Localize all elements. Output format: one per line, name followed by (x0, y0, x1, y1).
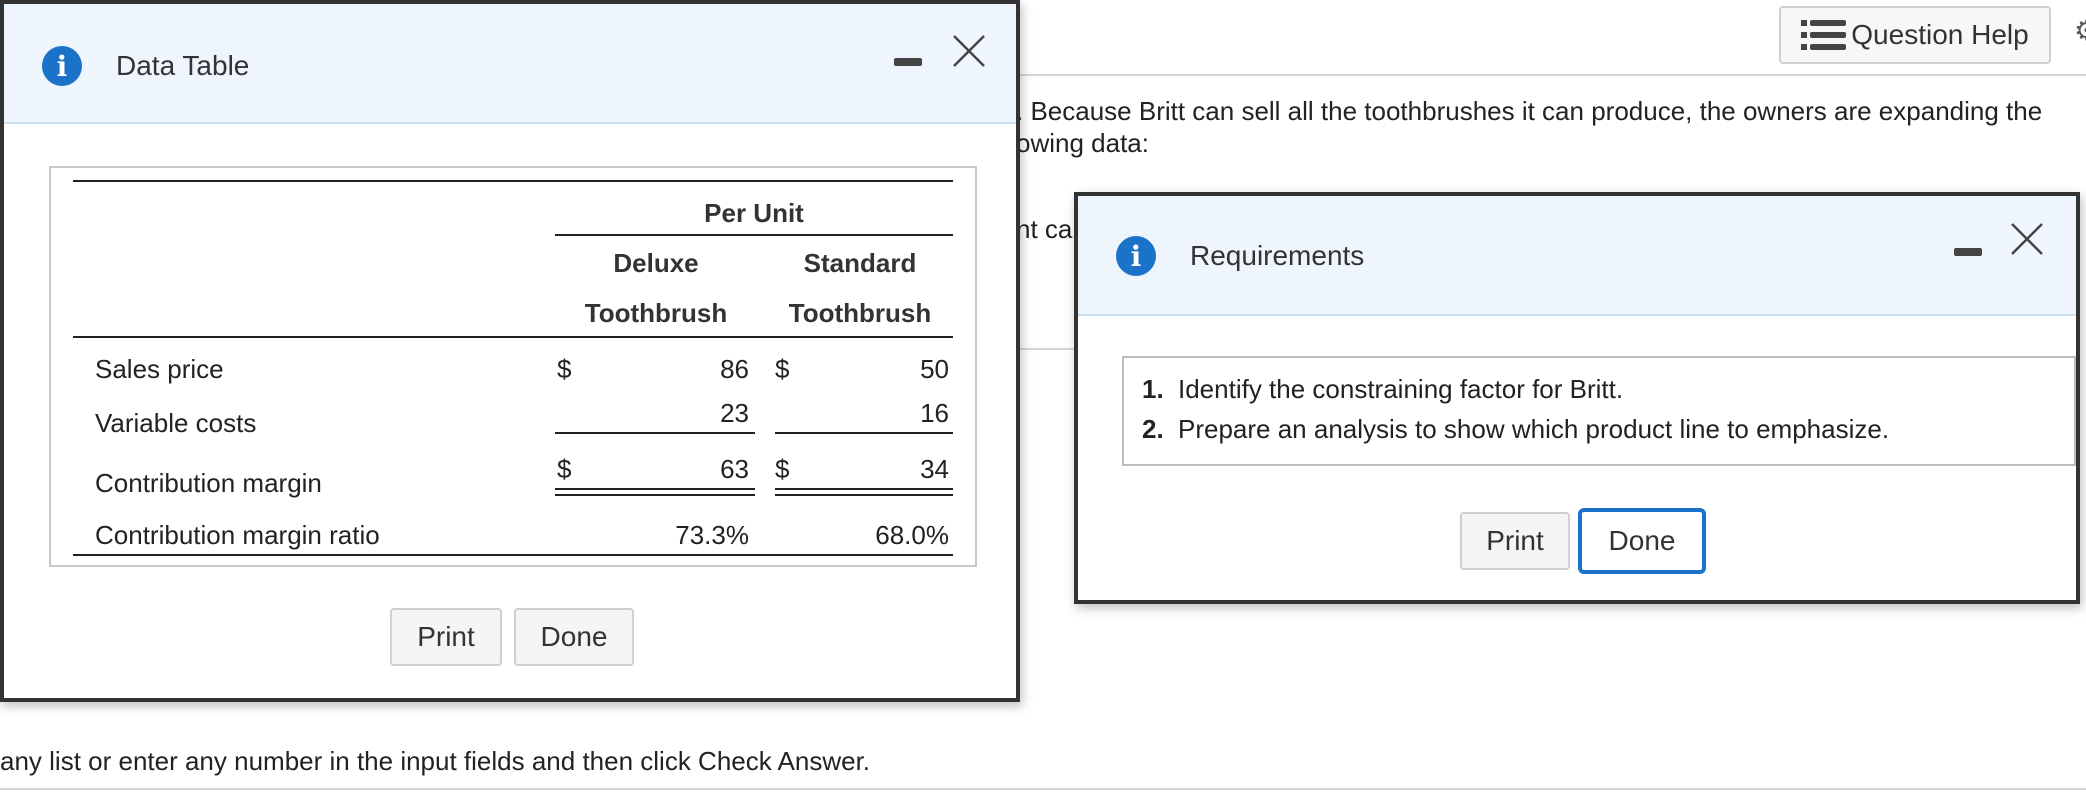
cell-standard-variable-costs: 16 (920, 398, 949, 428)
row-label-contribution-margin: Contribution margin (95, 468, 322, 498)
footer-divider (0, 788, 2086, 790)
currency-sign: $ (557, 354, 572, 384)
data-table-dialog: i Data Table Per Unit Deluxe Toothbrush … (0, 0, 1020, 702)
list-item: 2. Prepare an analysis to show which prod… (1142, 414, 1889, 445)
header-divider (1016, 74, 2086, 76)
per-unit-rule (555, 234, 953, 236)
standard-header-line1: Standard (803, 248, 917, 278)
close-icon[interactable] (952, 34, 986, 68)
minimize-icon[interactable] (1954, 248, 1982, 256)
cell-deluxe-contribution-margin: 63 (720, 454, 749, 484)
info-icon: i (42, 46, 82, 86)
item-number: 2. (1142, 414, 1164, 444)
item-number: 1. (1142, 374, 1164, 404)
close-icon[interactable] (2010, 222, 2044, 256)
cell-deluxe-sales-price: 86 (720, 354, 749, 384)
requirements-list: 1. Identify the constraining factor for B… (1122, 356, 2076, 466)
minimize-icon[interactable] (894, 58, 922, 66)
deluxe-header-line1: Deluxe (613, 248, 699, 278)
print-button[interactable]: Print (390, 608, 502, 666)
settings-icon[interactable]: ⚙ (2074, 14, 2086, 47)
question-text-line-2: owing data: (1016, 128, 1149, 158)
list-item: 1. Identify the constraining factor for B… (1142, 374, 1623, 405)
row-label-contribution-margin-ratio: Contribution margin ratio (95, 520, 380, 550)
row-label-variable-costs: Variable costs (95, 408, 257, 438)
item-text: Prepare an analysis to show which produc… (1178, 414, 1890, 444)
double-rule-standard-2 (775, 494, 953, 496)
double-rule-deluxe-2 (555, 494, 755, 496)
cell-standard-sales-price: 50 (920, 354, 949, 384)
data-table-dialog-header: i Data Table (4, 4, 1016, 124)
standard-header-line2: Toothbrush (788, 298, 932, 328)
cell-deluxe-variable-costs: 23 (720, 398, 749, 428)
data-table: Per Unit Deluxe Toothbrush Standard Toot… (49, 166, 977, 567)
item-text: Identify the constraining factor for Bri… (1178, 374, 1624, 404)
subtotal-rule-standard (775, 432, 953, 434)
dialog-title: Data Table (116, 50, 250, 81)
row-label-sales-price: Sales price (95, 354, 224, 384)
print-button[interactable]: Print (1460, 512, 1570, 570)
requirements-dialog-header: i Requirements (1078, 196, 2076, 316)
currency-sign: $ (775, 454, 790, 484)
currency-sign: $ (557, 454, 572, 484)
cell-standard-cm-ratio: 68.0% (875, 520, 949, 550)
double-rule-deluxe-1 (555, 488, 755, 490)
currency-sign: $ (775, 354, 790, 384)
question-text-fragment: nt ca (1016, 214, 1073, 244)
subtotal-rule-deluxe (555, 432, 755, 434)
dialog-title: Requirements (1190, 240, 1365, 271)
instruction-text: any list or enter any number in the inpu… (0, 746, 871, 776)
header-bottom-rule (73, 336, 953, 338)
question-text-line-1: . Because Britt can sell all the toothbr… (1016, 96, 2043, 126)
cell-standard-contribution-margin: 34 (920, 454, 949, 484)
cell-deluxe-cm-ratio: 73.3% (675, 520, 749, 550)
info-icon: i (1116, 236, 1156, 276)
done-button[interactable]: Done (1578, 508, 1706, 574)
double-rule-standard-1 (775, 488, 953, 490)
requirements-dialog: i Requirements 1. Identify the constraini… (1074, 192, 2080, 604)
question-help-label: Question Help (1851, 19, 2029, 50)
list-icon (1801, 20, 1847, 50)
done-button[interactable]: Done (514, 608, 634, 666)
per-unit-header: Per Unit (704, 198, 804, 228)
deluxe-header-line2: Toothbrush (584, 298, 728, 328)
table-top-rule (73, 180, 953, 182)
question-help-button[interactable]: Question Help (1779, 6, 2051, 64)
table-bottom-rule (73, 554, 953, 556)
